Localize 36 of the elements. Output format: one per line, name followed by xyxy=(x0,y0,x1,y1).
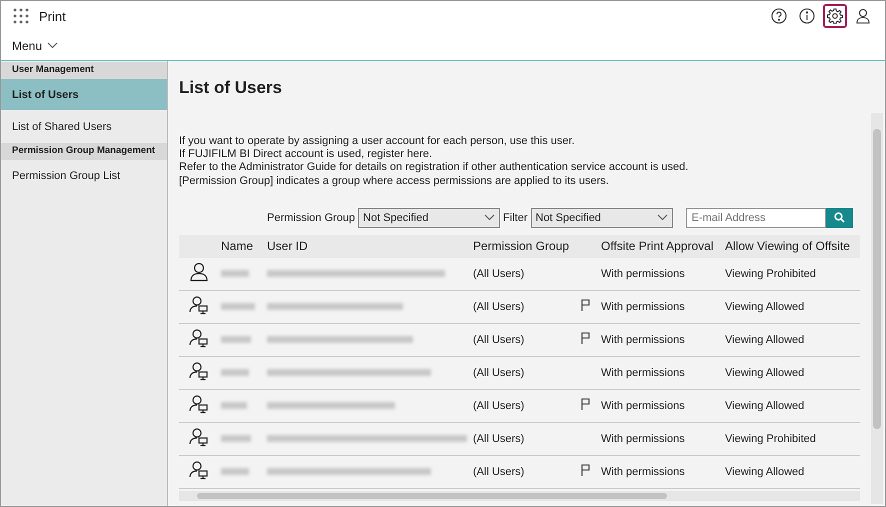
sidebar-item[interactable]: Permission Group List xyxy=(1,160,167,191)
table-cell: With permissions xyxy=(600,455,724,488)
table-cell: With permissions xyxy=(600,290,724,324)
menu-button[interactable]: Menu xyxy=(12,38,58,52)
column-header[interactable]: Permission Group xyxy=(472,234,580,258)
filter-dropdown[interactable]: Not Specified xyxy=(530,208,672,228)
filter-label: Permission Group xyxy=(267,212,356,224)
page-title: List of Users xyxy=(179,78,283,98)
app-title: Print xyxy=(39,8,67,24)
column-header[interactable]: Name xyxy=(220,234,266,258)
column-header[interactable]: Offsite Print Approval xyxy=(600,234,724,258)
sidebar-heading: User Management xyxy=(1,62,167,79)
sidebar-item[interactable]: List of Users xyxy=(1,79,167,110)
table-cell: (All Users) xyxy=(472,290,580,324)
table-cell: With permissions xyxy=(600,323,724,356)
table-cell: With permissions xyxy=(600,389,724,422)
description-text: [Permission Group] indicates a group where access permissions are applied to its users. xyxy=(179,174,610,188)
table-cell: (All Users) xyxy=(472,323,580,356)
permission-group-dropdown[interactable]: Not Specified xyxy=(358,208,500,228)
table-cell: With permissions xyxy=(600,258,724,290)
table-cell: With permissions xyxy=(600,356,724,390)
email-field[interactable]: E-mail Address xyxy=(686,208,826,228)
description-text: If you want to operate by assigning a user account for each person, use this user. xyxy=(179,135,576,148)
table-cell: (All Users) xyxy=(472,422,580,456)
table-cell: (All Users) xyxy=(472,389,580,422)
sidebar-heading: Permission Group Management xyxy=(1,143,167,160)
table-cell: With permissions xyxy=(600,422,724,456)
table-cell: (All Users) xyxy=(472,455,580,488)
description-text: If FUJIFILM BI Direct account is used, register here. xyxy=(179,148,434,162)
description-text: Refer to the Administrator Guide for details on registration if other authentication service account is used. xyxy=(179,161,690,175)
filter-label: Filter xyxy=(503,212,528,224)
column-header[interactable]: Allow Viewing of Offsite xyxy=(724,234,860,258)
table-cell: (All Users) xyxy=(472,356,580,390)
column-header[interactable]: User ID xyxy=(266,234,472,258)
sidebar-item[interactable]: List of Shared Users xyxy=(1,111,167,142)
table-cell: (All Users) xyxy=(472,258,580,290)
